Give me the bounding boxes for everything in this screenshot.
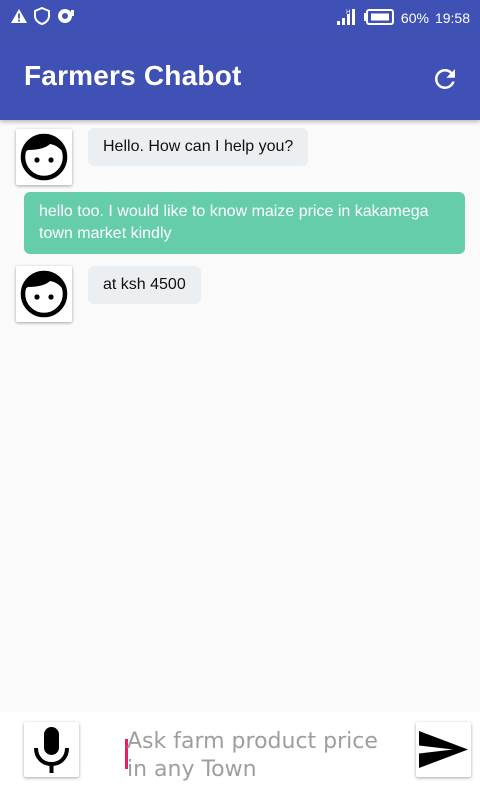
send-button[interactable]	[416, 722, 471, 777]
svg-text:H: H	[346, 9, 351, 16]
signal-icon: H	[335, 8, 357, 29]
clock: 19:58	[434, 10, 470, 26]
refresh-icon	[434, 68, 455, 89]
input-bar	[0, 712, 480, 800]
message-input[interactable]	[127, 728, 397, 784]
microphone-button[interactable]	[24, 722, 79, 777]
user-message: hello too. I would like to know maize pr…	[24, 192, 465, 254]
bot-avatar	[16, 266, 72, 322]
chat-notification-icon	[56, 7, 76, 30]
bot-avatar	[16, 129, 72, 185]
bot-message: at ksh 4500	[88, 266, 201, 304]
status-bar: H 60% 19:58	[0, 0, 480, 36]
app-bar: Farmers Chabot	[0, 36, 480, 120]
face-icon	[20, 270, 68, 318]
status-notifications	[10, 6, 76, 30]
chat-list[interactable]: Hello. How can I help you? hello too. I …	[0, 120, 480, 712]
refresh-button[interactable]	[430, 64, 460, 94]
microphone-icon	[34, 727, 69, 773]
battery-percent: 60%	[400, 10, 429, 26]
warning-icon	[10, 8, 28, 29]
send-icon	[419, 731, 468, 768]
bot-message: Hello. How can I help you?	[88, 128, 309, 166]
status-system: H 60% 19:58	[335, 8, 470, 28]
face-icon	[20, 133, 68, 181]
battery-icon	[363, 8, 395, 28]
shield-icon	[34, 6, 50, 30]
app-title: Farmers Chabot	[24, 60, 242, 91]
